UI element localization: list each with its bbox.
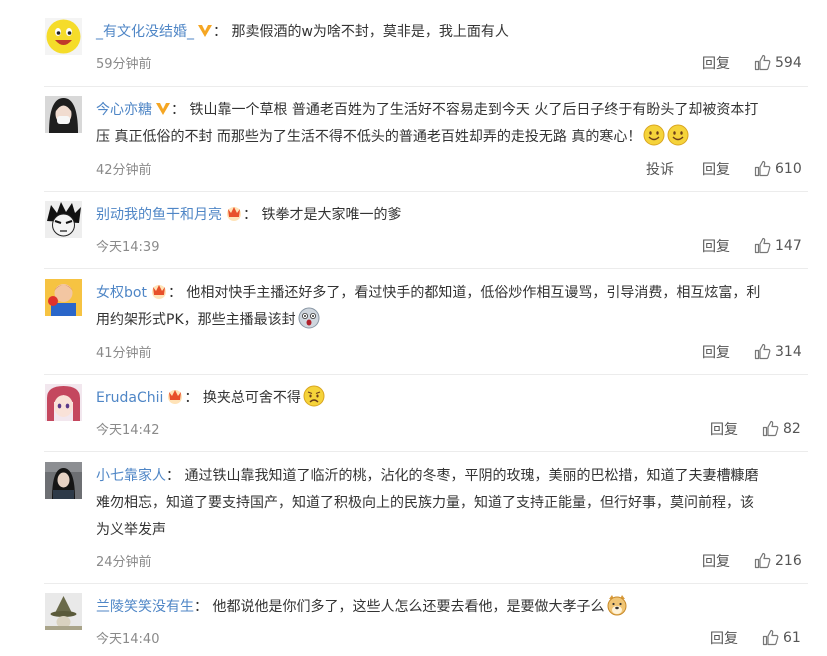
like-button[interactable]: 216: [754, 552, 802, 569]
like-button[interactable]: 147: [754, 237, 802, 254]
timestamp: 今天14:39: [96, 240, 160, 255]
thumbs-up-icon: [754, 54, 771, 71]
comment-text-line: 铁山靠一个草根 普通老百姓为了生活好不容易走到今天 火了后日子终于有盼头了却被资…: [189, 102, 759, 118]
timestamp: 今天14:40: [96, 632, 160, 647]
sad-emoji-icon: [303, 385, 325, 407]
shocked-emoji-icon: [298, 307, 320, 329]
thumbs-up-icon: [762, 629, 779, 646]
username-link[interactable]: 今心亦糖: [96, 102, 152, 118]
verified-v-icon: [198, 25, 212, 37]
comment-body: 别动我的鱼干和月亮 ： 铁拳才是大家唯一的爹: [96, 202, 808, 229]
username-link[interactable]: _有文化没结婚_: [96, 24, 194, 40]
comment-text: 他都说他是你们多了，这些人怎么还要去看他，是要做大孝子么: [212, 599, 605, 615]
divider: [44, 583, 808, 584]
report-button[interactable]: 投诉: [646, 159, 674, 179]
smile-emoji-icon: [667, 124, 689, 146]
like-count: 82: [783, 420, 801, 437]
comment-text-line: 压 真正低俗的不封 而那些为了生活不得不低头的普通老百姓却弄的走投无路 真的寒心…: [96, 129, 642, 145]
timestamp: 今天14:42: [96, 423, 160, 438]
like-count: 147: [775, 237, 802, 254]
divider: [44, 86, 808, 87]
username-link[interactable]: 别动我的鱼干和月亮: [96, 207, 222, 223]
comment-body: 兰陵笑笑没有生： 他都说他是你们多了，这些人怎么还要去看他，是要做大孝子么: [96, 594, 808, 621]
timestamp: 59分钟前: [96, 57, 152, 72]
thumbs-up-icon: [754, 552, 771, 569]
like-count: 610: [775, 160, 802, 177]
like-button[interactable]: 594: [754, 54, 802, 71]
like-button[interactable]: 610: [754, 160, 802, 177]
divider: [44, 191, 808, 192]
thumbs-up-icon: [754, 343, 771, 360]
comment-body: ErudaChii ： 换夹总可舍不得: [96, 385, 808, 412]
comment-text-line: 难勿相忘，知道了要支持国产，知道了积极向上的民族力量，知道了支持正能量，但行好事…: [96, 495, 754, 511]
reply-button[interactable]: 回复: [702, 236, 730, 256]
username-link[interactable]: 兰陵笑笑没有生: [96, 599, 194, 615]
avatar[interactable]: [45, 462, 82, 499]
like-count: 216: [775, 552, 802, 569]
comment-text-line: 他相对快手主播还好多了，看过快手的都知道，低俗炒作相互谩骂，引导消费，相互炫富，…: [186, 285, 761, 301]
username-link[interactable]: ErudaChii: [96, 390, 163, 406]
like-button[interactable]: 61: [762, 629, 801, 646]
reply-button[interactable]: 回复: [702, 159, 730, 179]
reply-button[interactable]: 回复: [710, 628, 738, 648]
username-link[interactable]: 小七靠家人: [96, 468, 166, 484]
timestamp: 41分钟前: [96, 346, 152, 361]
colon: ：: [184, 390, 199, 406]
verified-v-icon: [156, 103, 170, 115]
avatar[interactable]: [45, 201, 82, 238]
comment-body: _有文化没结婚_ ： 那卖假酒的w为啥不封，莫非是，我上面有人: [96, 19, 808, 46]
avatar[interactable]: [45, 279, 82, 316]
vip-crown-icon: [151, 285, 166, 299]
divider: [44, 374, 808, 375]
comment-body: 小七靠家人： 通过铁山靠我知道了临沂的桃，沾化的冬枣，平阴的玫瑰，美丽的巴松措，…: [96, 463, 808, 544]
colon: ：: [194, 599, 208, 615]
like-button[interactable]: 314: [754, 343, 802, 360]
like-count: 61: [783, 629, 801, 646]
reply-button[interactable]: 回复: [702, 342, 730, 362]
like-count: 314: [775, 343, 802, 360]
comment-text-line: 为义举发声: [96, 522, 166, 538]
like-count: 594: [775, 54, 802, 71]
divider: [44, 268, 808, 269]
colon: ：: [166, 468, 180, 484]
username-link[interactable]: 女权bot: [96, 285, 147, 301]
timestamp: 24分钟前: [96, 555, 152, 570]
reply-button[interactable]: 回复: [702, 53, 730, 73]
vip-crown-icon: [227, 207, 241, 221]
doge-emoji-icon: [607, 595, 627, 616]
reply-button[interactable]: 回复: [702, 551, 730, 571]
colon: ：: [171, 102, 185, 118]
colon: ：: [167, 285, 182, 301]
comment-text: 铁拳才是大家唯一的爹: [261, 207, 402, 223]
divider: [44, 451, 808, 452]
avatar[interactable]: [45, 384, 82, 421]
comment-text: 那卖假酒的w为啥不封，莫非是，我上面有人: [231, 24, 509, 40]
vip-crown-icon: [168, 390, 183, 404]
comment-text-line: 用约架形式PK，那些主播最该封: [96, 312, 296, 328]
avatar[interactable]: [45, 96, 82, 133]
thumbs-up-icon: [754, 237, 771, 254]
comment-text: 换夹总可舍不得: [202, 390, 301, 406]
avatar[interactable]: [45, 18, 82, 55]
like-button[interactable]: 82: [762, 420, 801, 437]
smile-emoji-icon: [643, 124, 665, 146]
colon: ：: [213, 24, 227, 40]
thumbs-up-icon: [754, 160, 771, 177]
reply-button[interactable]: 回复: [710, 419, 738, 439]
timestamp: 42分钟前: [96, 163, 152, 178]
comment-body: 今心亦糖 ： 铁山靠一个草根 普通老百姓为了生活好不容易走到今天 火了后日子终于有…: [96, 97, 808, 151]
colon: ：: [243, 207, 257, 223]
avatar[interactable]: [45, 593, 82, 630]
thumbs-up-icon: [762, 420, 779, 437]
comment-text-line: 通过铁山靠我知道了临沂的桃，沾化的冬枣，平阴的玫瑰，美丽的巴松措，知道了夫妻槽糠…: [184, 468, 759, 484]
comment-body: 女权bot ： 他相对快手主播还好多了，看过快手的都知道，低俗炒作相互谩骂，引导消…: [96, 280, 808, 334]
